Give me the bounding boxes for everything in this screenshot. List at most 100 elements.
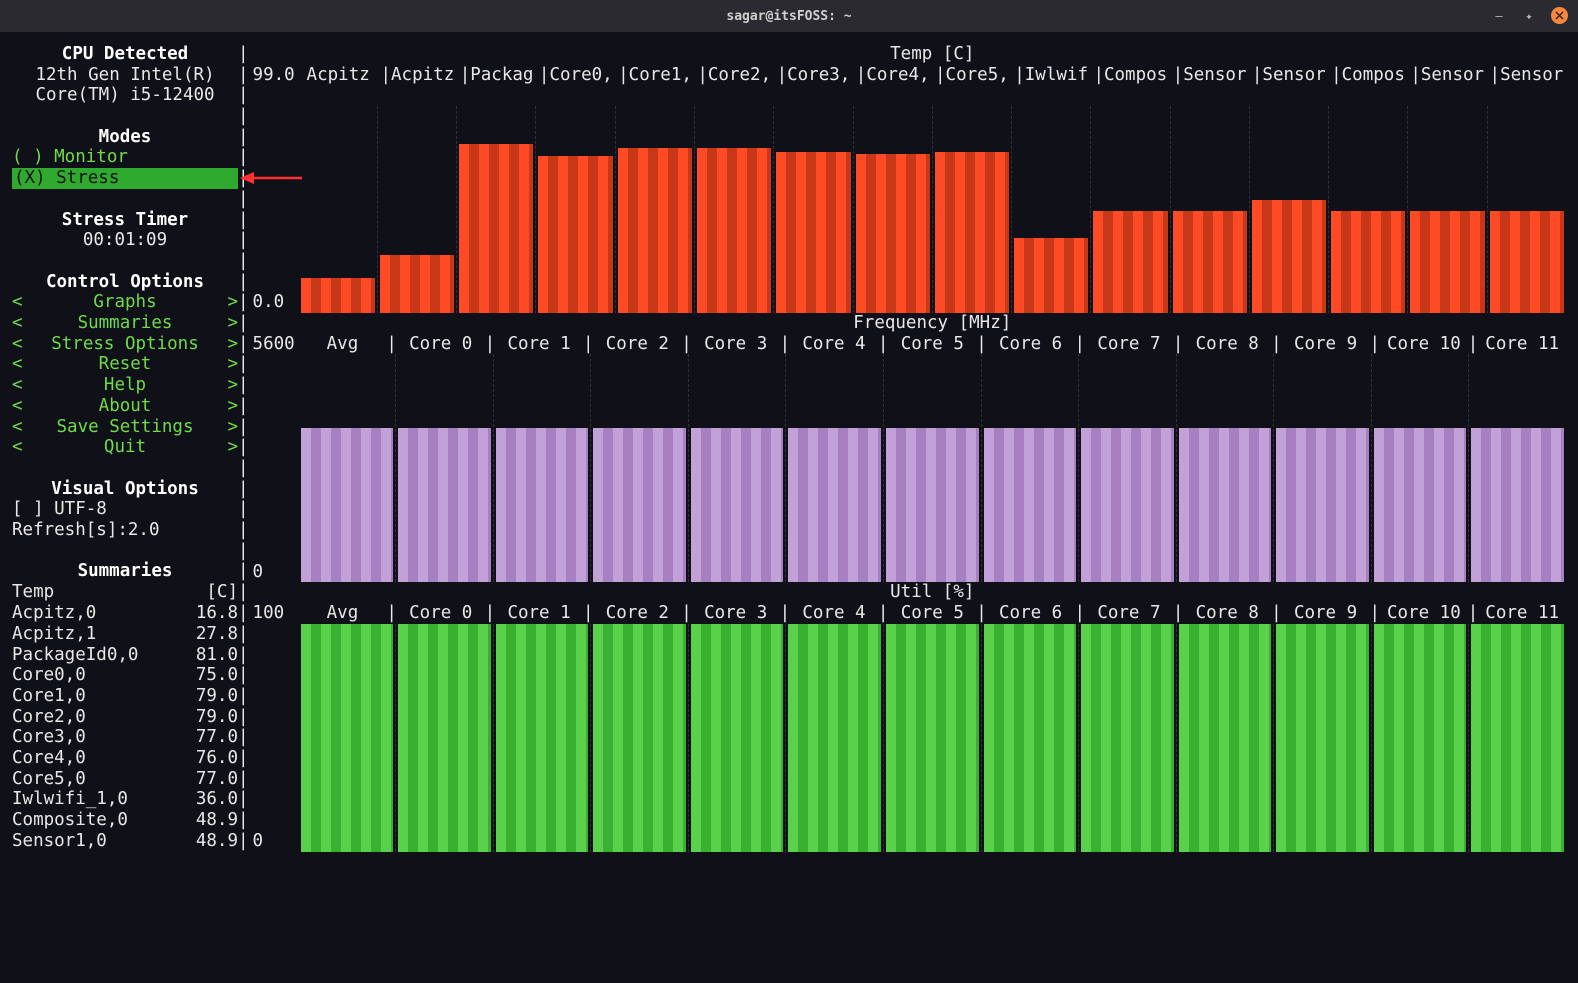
util-chart-area xyxy=(299,624,1566,852)
control-help[interactable]: <Help> xyxy=(12,375,238,396)
summary-row: Core5,077.0 xyxy=(12,769,238,790)
freq-bar xyxy=(1471,428,1564,583)
util-bar xyxy=(984,624,1077,852)
freq-bar xyxy=(788,428,881,583)
temp-col-label: |Sensor xyxy=(1170,65,1249,86)
freq-col-label: Core 1 xyxy=(495,334,583,355)
temp-col-label: Acpitz xyxy=(299,65,378,86)
mode-stress-selected[interactable]: (X) Stress xyxy=(12,168,238,189)
util-axis-bot: 0 xyxy=(253,831,299,852)
control-stress-options[interactable]: <Stress Options> xyxy=(12,334,238,355)
temp-bar xyxy=(1331,211,1405,313)
summary-row: Core4,076.0 xyxy=(12,748,238,769)
temp-col-label: |Sensor xyxy=(1408,65,1487,86)
util-chart-title: Util [%] xyxy=(299,582,1566,603)
temp-bar xyxy=(776,152,850,313)
freq-bar xyxy=(398,428,491,583)
temp-bar xyxy=(301,278,375,313)
freq-col-label: Core 4 xyxy=(790,334,878,355)
freq-bar xyxy=(593,428,686,583)
temp-col-label: |Iwlwif xyxy=(1012,65,1091,86)
temp-bar xyxy=(459,144,533,313)
temp-bar xyxy=(538,156,612,313)
util-col-label: Core 10 xyxy=(1380,603,1468,624)
temp-chart-area xyxy=(299,106,1566,313)
freq-chart-area xyxy=(299,354,1566,582)
summary-row: Core0,075.0 xyxy=(12,665,238,686)
freq-col-label: Core 10 xyxy=(1380,334,1468,355)
util-col-label: Core 4 xyxy=(790,603,878,624)
control-quit[interactable]: <Quit> xyxy=(12,437,238,458)
close-icon[interactable] xyxy=(1551,7,1568,24)
temp-axis-top: 99.0 xyxy=(249,65,299,86)
util-bar xyxy=(1471,624,1564,852)
freq-bar xyxy=(1081,428,1174,583)
summary-row: Acpitz,016.8 xyxy=(12,603,238,624)
summary-row: Sensor1,048.9 xyxy=(12,831,238,852)
util-col-label: Core 3 xyxy=(692,603,780,624)
util-bar xyxy=(1276,624,1369,852)
freq-col-label: Core 0 xyxy=(397,334,485,355)
temp-bar xyxy=(1490,211,1564,313)
window-controls: — ✦ xyxy=(1491,7,1568,24)
cpu-line1: 12th Gen Intel(R) xyxy=(12,65,238,86)
control-options-heading: Control Options xyxy=(12,272,238,293)
freq-axis-bot: 0 xyxy=(253,562,299,583)
temp-col-label: |Sensor xyxy=(1487,65,1566,86)
temp-bar xyxy=(856,154,930,313)
temp-bar xyxy=(1173,211,1247,313)
mode-monitor[interactable]: ( ) Monitor xyxy=(12,147,238,168)
freq-col-label: Core 7 xyxy=(1085,334,1173,355)
temp-chart-title: Temp [C] xyxy=(299,44,1566,65)
util-col-label: Core 6 xyxy=(987,603,1075,624)
temp-col-label: |Compos xyxy=(1091,65,1170,86)
util-col-label: Core 7 xyxy=(1085,603,1173,624)
freq-bar xyxy=(1179,428,1272,583)
summaries-heading: Summaries xyxy=(12,561,238,582)
util-col-label: Core 2 xyxy=(593,603,681,624)
control-summaries[interactable]: <Summaries> xyxy=(12,313,238,334)
control-graphs[interactable]: <Graphs> xyxy=(12,292,238,313)
freq-bar xyxy=(984,428,1077,583)
freq-axis-top: 5600 xyxy=(249,334,299,355)
util-bar xyxy=(398,624,491,852)
control-about[interactable]: <About> xyxy=(12,396,238,417)
visual-utf8[interactable]: [ ] UTF-8 xyxy=(12,499,238,520)
freq-bar xyxy=(1276,428,1369,583)
temp-col-label: |Acpitz xyxy=(378,65,457,86)
freq-col-label: Core 8 xyxy=(1183,334,1271,355)
freq-bar xyxy=(691,428,784,583)
summary-row: Iwlwifi_1,036.0 xyxy=(12,789,238,810)
util-col-label: Core 8 xyxy=(1183,603,1271,624)
terminal-body: CPU Detected | Temp [C] 12th Gen Intel(R… xyxy=(0,32,1578,983)
freq-bar xyxy=(496,428,589,583)
freq-col-label: Avg xyxy=(299,334,387,355)
util-bar xyxy=(886,624,979,852)
util-col-label: Core 9 xyxy=(1282,603,1370,624)
summaries-header: Temp[C] xyxy=(12,582,238,603)
freq-col-label: Core 5 xyxy=(888,334,976,355)
temp-bar xyxy=(1093,211,1167,313)
util-bar xyxy=(1179,624,1272,852)
minimize-icon[interactable]: — xyxy=(1491,8,1507,24)
temp-col-label: |Compos xyxy=(1328,65,1407,86)
util-bar xyxy=(1374,624,1467,852)
modes-heading: Modes xyxy=(12,127,238,148)
cpu-line2: Core(TM) i5-12400 xyxy=(12,85,238,106)
temp-col-label: |Core0, xyxy=(536,65,615,86)
control-reset[interactable]: <Reset> xyxy=(12,354,238,375)
temp-col-label: |Core4, xyxy=(853,65,932,86)
summary-row: PackageId0,081.0 xyxy=(12,645,238,666)
temp-col-label: |Core3, xyxy=(774,65,853,86)
freq-chart-title: Frequency [MHz] xyxy=(299,313,1566,334)
maximize-icon[interactable]: ✦ xyxy=(1521,8,1537,24)
temp-bar xyxy=(1410,211,1484,313)
stress-timer-value: 00:01:09 xyxy=(12,230,238,251)
cpu-detected-heading: CPU Detected xyxy=(12,44,238,65)
control-save-settings[interactable]: <Save Settings> xyxy=(12,417,238,438)
freq-col-label: Core 9 xyxy=(1282,334,1370,355)
temp-chart-labels: Acpitz|Acpitz|Packag|Core0,|Core1,|Core2… xyxy=(299,65,1566,86)
freq-bar xyxy=(1374,428,1467,583)
util-bar xyxy=(1081,624,1174,852)
temp-bar xyxy=(1014,238,1088,313)
